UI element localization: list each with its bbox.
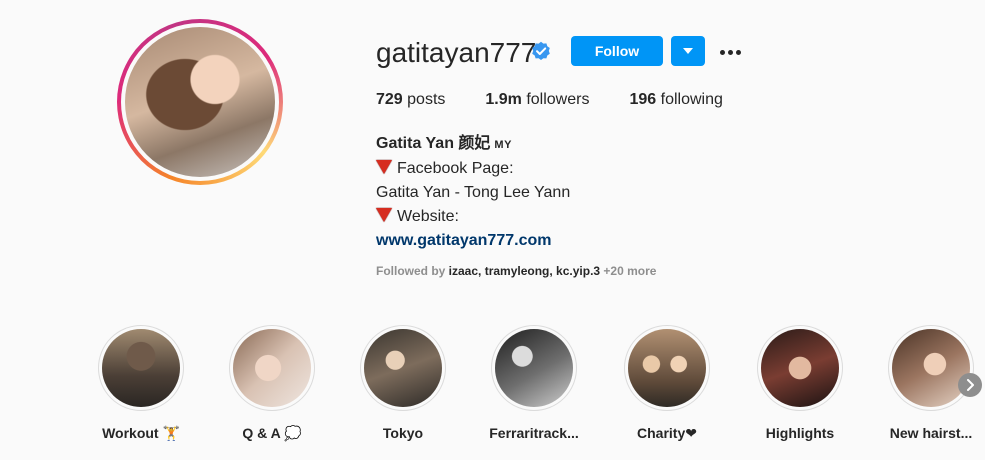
stat-following[interactable]: 196 following [629,91,722,109]
highlight-label: Charity❤ [637,425,697,441]
following-label: following [660,91,723,108]
highlight-ring [360,325,446,411]
highlight-label: Highlights [765,425,835,441]
highlight-cover [628,329,706,407]
followers-count: 1.9m [485,91,522,108]
highlight-label: Q & A 💭 [242,425,302,441]
story-highlights: Workout 🏋 Q & A 💭 Tokyo Ferraritrack... … [0,325,985,455]
highlight-item[interactable]: Q & A 💭 [217,325,327,442]
highlight-ring [888,325,974,411]
highlight-label: Workout 🏋 [102,425,180,441]
highlight-item[interactable]: Ferraritrack... [479,325,589,441]
profile-avatar-ring[interactable] [117,19,283,185]
next-arrow-glyph [967,379,974,391]
followers-label: followers [526,91,590,108]
highlight-cover [102,329,180,407]
following-count: 196 [629,91,657,108]
followed-by-users: izaac, tramyleong, kc.yip.3 [448,264,601,278]
country-badge: MY [494,139,512,151]
bio-line-facebook: Facebook Page: [376,157,570,181]
highlight-cover [761,329,839,407]
avatar[interactable] [125,27,275,177]
full-name: Gatita Yan 颜妃 [376,135,491,152]
website-link[interactable]: www.gatitayan777.com [376,232,551,249]
highlight-item[interactable]: Charity❤ [612,325,722,442]
highlight-label: New hairst... [889,425,973,441]
red-triangle-icon [376,208,392,222]
followed-by[interactable]: Followed by izaac, tramyleong, kc.yip.3 … [376,264,656,278]
posts-count: 729 [376,91,403,108]
profile-stats: 729 posts 1.9m followers 196 following [376,91,763,109]
highlight-cover [495,329,573,407]
username: gatitayan777 [376,37,537,68]
highlight-ring [98,325,184,411]
more-options-icon[interactable] [715,40,745,64]
stat-followers[interactable]: 1.9m followers [485,91,589,109]
bio-line-website: Website: [376,205,570,229]
highlight-item[interactable]: Highlights [745,325,855,441]
red-triangle-icon [376,160,392,174]
bio-facebook-label: Facebook Page: [397,160,514,177]
highlight-ring [229,325,315,411]
highlight-ring [491,325,577,411]
verified-badge-icon [532,41,550,60]
highlight-item[interactable]: Tokyo [348,325,458,441]
follow-button[interactable]: Follow [571,36,663,66]
stat-posts: 729 posts [376,91,445,109]
highlight-ring [624,325,710,411]
bio-line-facebook-name: Gatita Yan - Tong Lee Yann [376,184,571,201]
highlight-item[interactable]: Workout 🏋 [86,325,196,442]
chevron-down-icon [683,48,693,54]
chevron-right-icon[interactable] [958,373,982,397]
avatar-border [121,23,279,181]
posts-label: posts [407,91,446,108]
bio-website-label: Website: [397,208,459,225]
highlight-label: Ferraritrack... [489,425,579,441]
followed-by-prefix: Followed by [376,264,449,278]
highlight-cover [233,329,311,407]
bio-name-row: Gatita Yan 颜妃 MY [376,132,570,157]
highlight-label: Tokyo [382,425,424,441]
highlight-cover [892,329,970,407]
profile-bio: Gatita Yan 颜妃 MY Facebook Page: Gatita Ya… [376,132,570,253]
suggested-accounts-button[interactable] [671,36,705,66]
highlight-cover [364,329,442,407]
followed-by-more: +20 more [600,264,657,278]
highlight-ring [757,325,843,411]
